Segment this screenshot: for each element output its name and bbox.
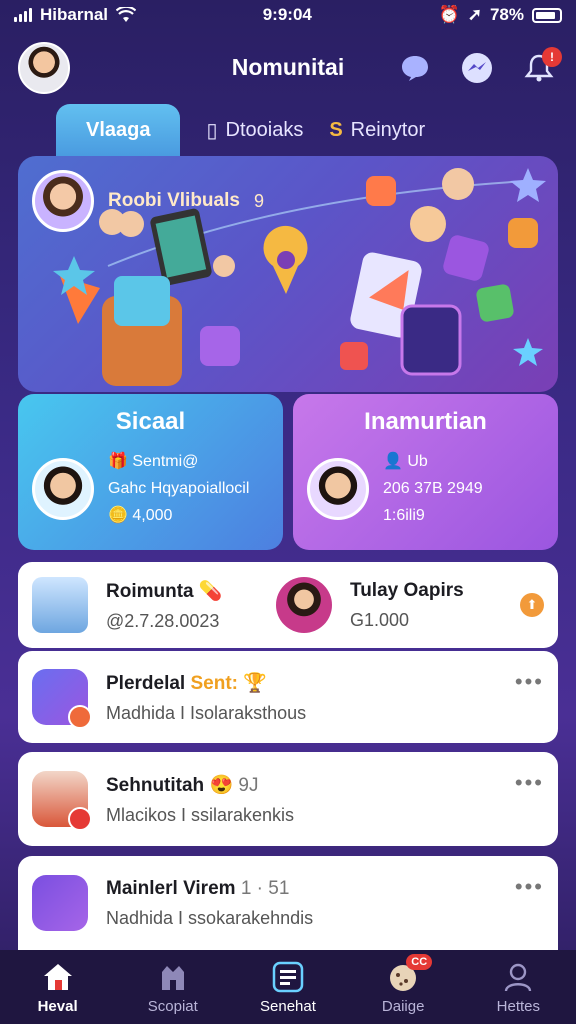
status-bar: Hibarnal 9:9:04 ⏰ ➚ 78%: [0, 0, 576, 30]
alarm-icon: ⏰: [438, 5, 460, 24]
profile-icon: [501, 960, 535, 994]
tab-reinytor[interactable]: S Reinytor: [329, 104, 425, 156]
card-line: 4,000: [132, 507, 173, 524]
nav-label: Heval: [37, 997, 78, 1015]
battery-icon: [532, 7, 562, 23]
list-item[interactable]: Mainlerl Virem 1 · 51 Nadhida I ssokarak…: [18, 856, 558, 950]
nav-badge: CC: [406, 953, 433, 970]
cookie-icon: CC: [386, 953, 433, 994]
location-icon: ➚: [467, 5, 482, 24]
nav-home[interactable]: Heval: [8, 960, 108, 1015]
s-badge-icon: S: [329, 118, 343, 141]
user-handle: G1.000: [350, 609, 410, 630]
hero-avatar: [32, 170, 94, 232]
more-options-icon[interactable]: •••: [515, 874, 544, 900]
nav-senehat[interactable]: Senehat: [238, 960, 338, 1015]
list-item-title: Sehnutitah: [106, 774, 205, 796]
list-item-title: Mainlerl Virem: [106, 877, 236, 899]
notification-bell-icon[interactable]: !: [520, 46, 562, 87]
list-item-subtitle: Madhida I Isolaraksthous: [106, 702, 307, 723]
nav-label: Daiige: [381, 997, 425, 1015]
card-inamurtian[interactable]: Inamurtian 👤 Ub 206 37B 2949 1:6ili9: [293, 394, 558, 550]
battery-percent: 78%: [489, 5, 524, 24]
card-sicaal[interactable]: Sicaal 🎁 Sentmi@ Gahc Hqyapoiallocil 🪙 4…: [18, 394, 283, 550]
card-line: Ub: [407, 453, 428, 470]
card-title: Inamurtian: [364, 408, 487, 435]
nav-hettes[interactable]: Hettes: [468, 960, 568, 1015]
tab-label: Vlaaga: [86, 118, 151, 141]
gift-icon: 🎁: [108, 453, 128, 470]
nav-label: Hettes: [496, 997, 541, 1015]
messenger-icon[interactable]: [458, 49, 496, 87]
hero-banner[interactable]: Roobi Vlibuals 9: [18, 156, 558, 392]
hero-count: 9: [253, 190, 264, 211]
user-name[interactable]: Roimunta: [106, 581, 194, 602]
card-line: 1:6ili9: [383, 507, 425, 524]
stat-cards: Sicaal 🎁 Sentmi@ Gahc Hqyapoiallocil 🪙 4…: [18, 394, 558, 550]
card-line: Sentmi@: [132, 453, 199, 470]
notification-dot: [68, 705, 92, 729]
user-avatar[interactable]: [276, 577, 332, 633]
coin-icon: 🪙: [108, 507, 128, 524]
home-icon: [41, 960, 75, 994]
clipboard-icon: ▯: [206, 119, 218, 142]
tab-vlaaga[interactable]: Vlaaga: [56, 104, 181, 156]
list-item[interactable]: Sehnutitah 😍 9J Mlacikos I ssilarakenkis…: [18, 752, 558, 846]
emoji-icon: 😍: [209, 774, 234, 796]
carrier-label: Hibarnal: [40, 5, 109, 24]
user-name[interactable]: Tulay Oapirs: [350, 580, 520, 602]
card-avatar: [307, 457, 369, 520]
app-header: Nomunitai !: [0, 30, 576, 105]
more-options-icon[interactable]: •••: [515, 770, 544, 796]
bottom-navigation: Heval Scopiat Senehat CC Daiige Hettes: [0, 950, 576, 1024]
list-item-subtitle: Nadhida I ssokarakehndis: [106, 907, 314, 928]
orange-badge-icon[interactable]: ⬆: [520, 593, 544, 617]
trophy-icon: 🏆: [243, 672, 267, 694]
nav-daiige[interactable]: CC Daiige: [353, 953, 453, 1015]
tab-label: Dtooiaks: [225, 118, 304, 141]
tab-dtooiaks[interactable]: ▯ Dtooiaks: [206, 104, 303, 156]
card-line: 206 37B 2949: [383, 480, 483, 497]
app-icon: [32, 669, 92, 729]
list-item[interactable]: Plerdelal Sent: 🏆 Madhida I Isolarakstho…: [18, 651, 558, 743]
clock: 9:9:04: [262, 5, 312, 24]
card-title: Sicaal: [115, 408, 186, 435]
user-avatar[interactable]: [32, 577, 88, 633]
chat-icon[interactable]: [396, 49, 434, 87]
castle-icon: [156, 960, 190, 994]
list-item-title: Plerdelal: [106, 672, 186, 694]
user-handle: @2.7.28.0023: [106, 610, 220, 631]
profile-avatar[interactable]: [18, 41, 70, 94]
pill-icon: 💊: [198, 580, 223, 602]
hero-title: Roobi Vlibuals: [108, 190, 240, 211]
notification-dot: [68, 807, 92, 831]
document-icon: [271, 960, 305, 994]
list-item-accent: 9J: [238, 774, 259, 796]
wifi-icon: [116, 7, 137, 22]
nav-label: Scopiat: [147, 997, 198, 1015]
more-options-icon[interactable]: •••: [515, 669, 544, 695]
tab-bar: Vlaaga ▯ Dtooiaks S Reinytor: [56, 104, 425, 156]
tab-label: Reinytor: [350, 118, 426, 141]
list-item-accent: 1 · 51: [240, 877, 290, 899]
card-avatar: [32, 457, 94, 520]
signal-icon: [14, 8, 32, 22]
nav-label: Senehat: [260, 997, 316, 1015]
notification-badge: !: [542, 46, 562, 67]
user-icon: 👤: [383, 453, 403, 470]
app-icon: [32, 875, 88, 931]
featured-users-row: Roimunta 💊 @2.7.28.0023 Tulay Oapirs G1.…: [18, 562, 558, 648]
card-line: Gahc Hqyapoiallocil: [108, 480, 250, 497]
app-icon: [32, 771, 92, 831]
list-item-subtitle: Mlacikos I ssilarakenkis: [106, 804, 295, 825]
list-item-accent: Sent:: [190, 672, 239, 694]
nav-scopiat[interactable]: Scopiat: [123, 960, 223, 1015]
